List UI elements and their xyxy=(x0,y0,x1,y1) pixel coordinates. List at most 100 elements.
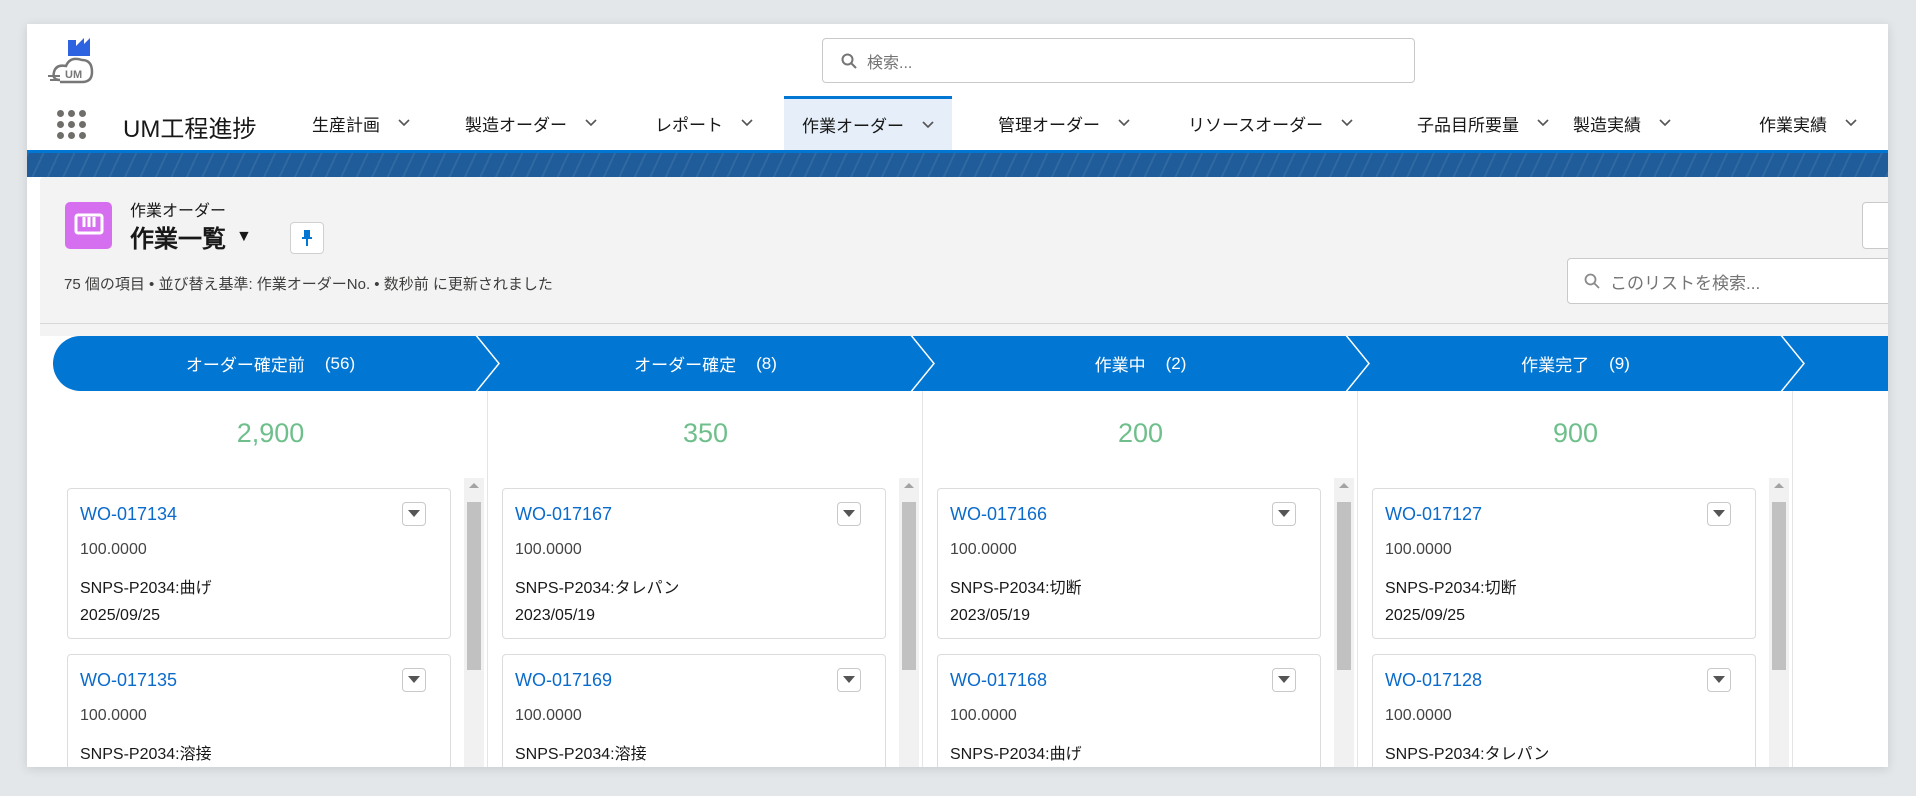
stage-chevron-icon xyxy=(1780,336,1805,391)
nav-tab[interactable]: 製造オーダー xyxy=(451,96,611,150)
chevron-down-icon[interactable] xyxy=(1341,119,1353,127)
column-scrollbar[interactable] xyxy=(464,478,484,767)
nav-tab[interactable]: 製造実績 xyxy=(1559,96,1685,150)
object-label: 作業オーダー xyxy=(130,203,227,220)
scroll-thumb[interactable] xyxy=(467,502,481,670)
kanban-column: 作業完了 (9) 900 WO-017127 100.0000 SNPS-P203… xyxy=(1358,336,1805,767)
column-scrollbar[interactable] xyxy=(1769,478,1789,767)
chevron-down-icon[interactable] xyxy=(398,119,410,127)
action-button[interactable] xyxy=(1862,202,1888,249)
kanban-column: オーダー確定前 (56) 2,900 WO-017134 100.0000 SNP… xyxy=(53,336,500,767)
stage-count: (9) xyxy=(1609,353,1630,373)
stage-label[interactable]: 作業中 (2) xyxy=(923,336,1358,391)
app-launcher-icon[interactable] xyxy=(57,110,87,140)
um-logo: UM xyxy=(48,38,94,84)
chevron-down-icon[interactable] xyxy=(1659,119,1671,127)
scroll-thumb[interactable] xyxy=(1337,502,1351,670)
stage-label[interactable]: オーダー確定前 (56) xyxy=(53,336,488,391)
card-menu-button[interactable] xyxy=(402,502,426,526)
search-placeholder: 検索... xyxy=(867,54,913,72)
work-order-link[interactable]: WO-017166 xyxy=(950,504,1047,525)
chevron-down-icon[interactable] xyxy=(1537,119,1549,127)
nav-tab-label: 作業実績 xyxy=(1759,115,1827,135)
work-order-link[interactable]: WO-017134 xyxy=(80,504,177,525)
caret-down-icon: ▼ xyxy=(236,227,252,245)
card-menu-button[interactable] xyxy=(1707,668,1731,692)
card-quantity: 100.0000 xyxy=(1385,707,1452,724)
card-menu-button[interactable] xyxy=(1272,502,1296,526)
nav-tab[interactable]: 作業実績 xyxy=(1745,96,1871,150)
caret-down-icon xyxy=(1713,510,1725,517)
list-search-placeholder: このリストを検索... xyxy=(1610,273,1761,293)
card-menu-button[interactable] xyxy=(837,502,861,526)
card-menu-button[interactable] xyxy=(837,668,861,692)
card-menu-button[interactable] xyxy=(402,668,426,692)
work-order-link[interactable]: WO-017127 xyxy=(1385,504,1482,525)
work-order-card[interactable]: WO-017167 100.0000 SNPS-P2034:タレパン 2023/… xyxy=(502,488,886,639)
stage-label[interactable]: オーダー確定 (8) xyxy=(488,336,923,391)
global-search-input[interactable]: 検索... xyxy=(822,38,1415,83)
stage-total: 900 xyxy=(1552,418,1599,448)
nav-tab[interactable]: 生産計画 xyxy=(298,96,424,150)
scroll-thumb[interactable] xyxy=(1772,502,1786,670)
work-order-card[interactable]: WO-017168 100.0000 SNPS-P2034:曲げ xyxy=(937,654,1321,767)
nav-tab[interactable]: 子品目所要量 xyxy=(1403,96,1563,150)
app-title: UM工程進捗 xyxy=(123,116,257,143)
work-order-link[interactable]: WO-017168 xyxy=(950,670,1047,691)
card-menu-button[interactable] xyxy=(1272,668,1296,692)
work-order-card[interactable]: WO-017127 100.0000 SNPS-P2034:切断 2025/09… xyxy=(1372,488,1756,639)
chevron-down-icon[interactable] xyxy=(585,119,597,127)
card-quantity: 100.0000 xyxy=(515,707,582,724)
nav-tab[interactable]: レポート xyxy=(641,96,767,150)
work-order-card[interactable]: WO-017169 100.0000 SNPS-P2034:溶接 xyxy=(502,654,886,767)
nav-tab[interactable]: 管理オーダー xyxy=(984,96,1144,150)
work-order-link[interactable]: WO-017128 xyxy=(1385,670,1482,691)
card-operation: SNPS-P2034:曲げ xyxy=(950,746,1082,763)
work-order-link[interactable]: WO-017135 xyxy=(80,670,177,691)
stage-total: 350 xyxy=(682,418,729,448)
card-operation: SNPS-P2034:切断 xyxy=(950,580,1082,597)
chevron-down-icon[interactable] xyxy=(1118,119,1130,127)
nav-tab[interactable]: 作業オーダー xyxy=(784,96,952,150)
list-view-selector[interactable]: 作業一覧 ▼ xyxy=(130,219,252,254)
list-search-input[interactable]: このリストを検索... xyxy=(1567,258,1888,304)
scroll-thumb[interactable] xyxy=(902,502,916,670)
caret-down-icon xyxy=(408,676,420,683)
scroll-up-icon[interactable] xyxy=(469,483,479,488)
card-operation: SNPS-P2034:タレパン xyxy=(1385,746,1550,763)
work-order-card[interactable]: WO-017166 100.0000 SNPS-P2034:切断 2023/05… xyxy=(937,488,1321,639)
chevron-down-icon[interactable] xyxy=(922,120,934,129)
column-scrollbar[interactable] xyxy=(1334,478,1354,767)
card-quantity: 100.0000 xyxy=(950,707,1017,724)
scroll-up-icon[interactable] xyxy=(904,483,914,488)
chevron-down-icon[interactable] xyxy=(1845,119,1857,127)
banner xyxy=(27,153,1888,177)
scroll-up-icon[interactable] xyxy=(1339,483,1349,488)
work-order-link[interactable]: WO-017167 xyxy=(515,504,612,525)
stage-total: 2,900 xyxy=(236,418,305,448)
scroll-up-icon[interactable] xyxy=(1774,483,1784,488)
nav-tab[interactable]: リソースオーダー xyxy=(1174,96,1367,150)
work-order-card[interactable]: WO-017128 100.0000 SNPS-P2034:タレパン xyxy=(1372,654,1756,767)
chevron-down-icon[interactable] xyxy=(741,119,753,127)
stage-count: (56) xyxy=(324,353,356,373)
caret-down-icon xyxy=(843,510,855,517)
nav-tab-label: 管理オーダー xyxy=(998,115,1100,135)
card-operation: SNPS-P2034:溶接 xyxy=(515,746,647,763)
kanban-column: オーダー確定 (8) 350 WO-017167 100.0000 SNPS-P2… xyxy=(488,336,935,767)
column-scrollbar[interactable] xyxy=(899,478,919,767)
card-date: 2025/09/25 xyxy=(1385,607,1466,624)
nav-bar: UM工程進捗 生産計画 製造オーダー レポート 作業オーダー 管理オーダー リソースオーダ… xyxy=(27,96,1888,153)
work-order-card[interactable]: WO-017135 100.0000 SNPS-P2034:溶接 xyxy=(67,654,451,767)
work-order-card[interactable]: WO-017134 100.0000 SNPS-P2034:曲げ 2025/09… xyxy=(67,488,451,639)
card-menu-button[interactable] xyxy=(1707,502,1731,526)
svg-text:UM: UM xyxy=(65,69,82,81)
caret-down-icon xyxy=(1278,510,1290,517)
view-name: 作業一覧 xyxy=(130,226,226,253)
pin-button[interactable] xyxy=(290,222,324,254)
work-order-link[interactable]: WO-017169 xyxy=(515,670,612,691)
caret-down-icon xyxy=(1278,676,1290,683)
card-quantity: 100.0000 xyxy=(80,541,147,558)
nav-tab-label: レポート xyxy=(655,115,723,135)
stage-label[interactable]: 作業完了 (9) xyxy=(1358,336,1793,391)
